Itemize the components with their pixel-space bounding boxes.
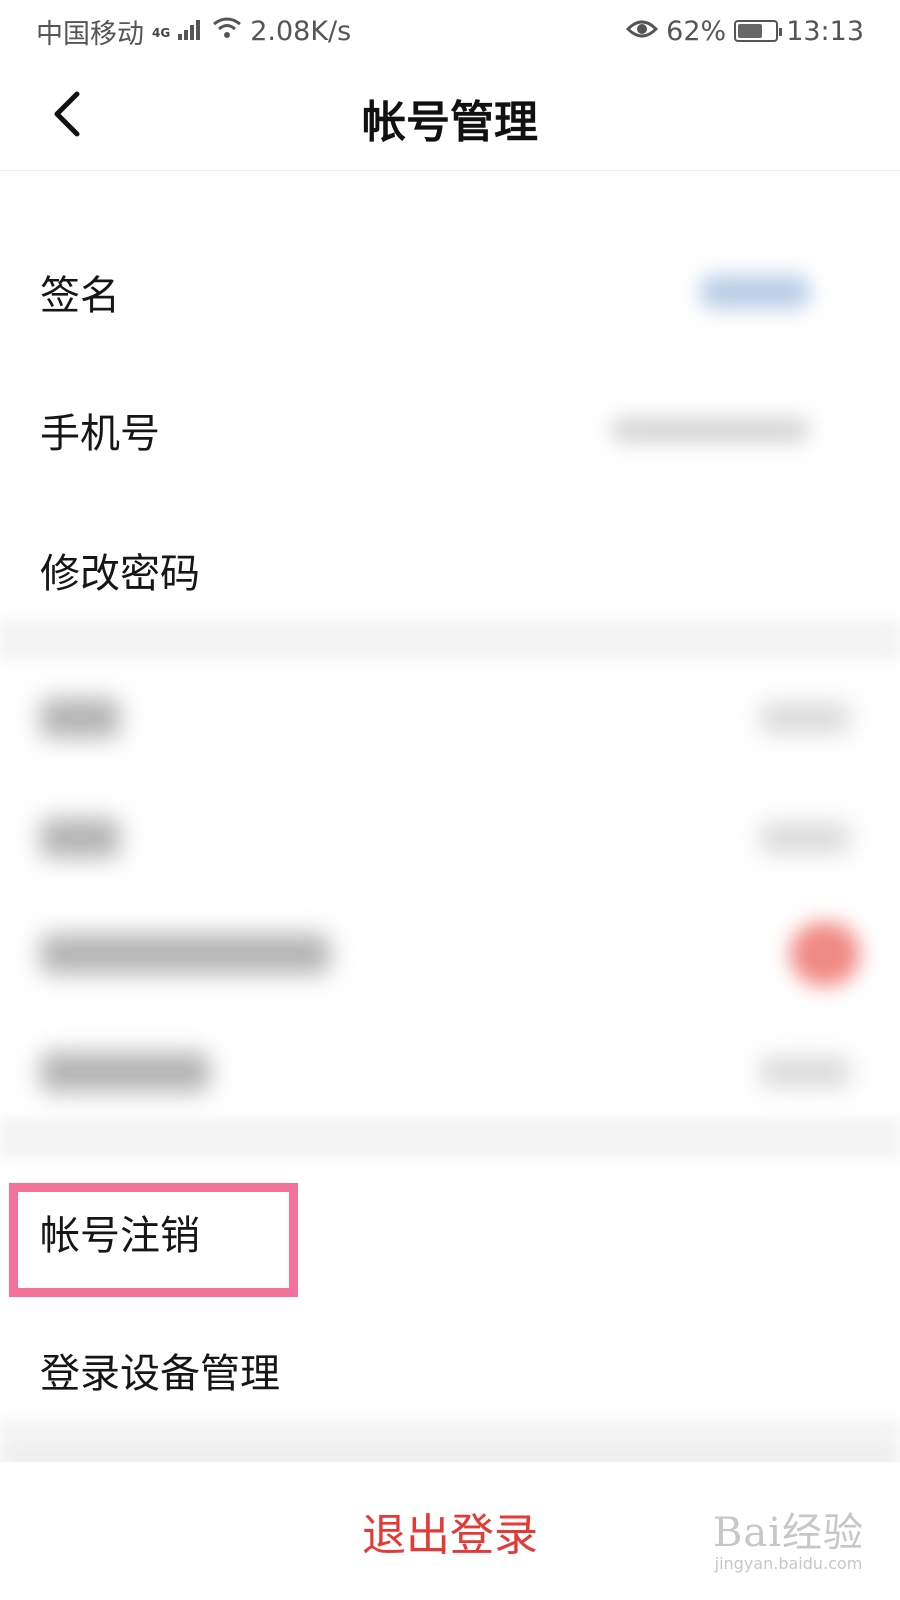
signal-icon <box>178 16 204 47</box>
blurred-value <box>760 823 850 853</box>
watermark-logo: Bai经验 <box>712 1510 864 1556</box>
signature-value-blurred <box>700 275 810 309</box>
page-title: 帐号管理 <box>362 97 538 148</box>
watermark-url: jingyan.baidu.com <box>714 1554 863 1573</box>
baidu-watermark: Bai经验 jingyan.baidu.com <box>713 1500 864 1573</box>
blurred-label <box>40 698 120 738</box>
logout-button[interactable]: 退出登录 <box>332 1489 568 1573</box>
blurred-value <box>760 1057 850 1087</box>
status-bar: 中国移动 4G 2.08K/s 62% 13:13 <box>0 0 900 62</box>
status-left: 中国移动 4G 2.08K/s <box>36 12 351 51</box>
login-device-management-label: 登录设备管理 <box>40 1351 280 1397</box>
network-type-label: 4G <box>152 25 171 40</box>
section-divider <box>0 1118 900 1158</box>
blurred-value <box>760 703 850 733</box>
battery-icon <box>734 20 783 42</box>
blurred-label <box>40 1052 210 1092</box>
status-right: 62% 13:13 <box>626 16 864 47</box>
highlight-box <box>9 1183 298 1297</box>
signature-row[interactable]: 签名 <box>0 224 900 360</box>
phone-label: 手机号 <box>40 411 160 457</box>
signature-label: 签名 <box>40 273 120 319</box>
phone-value-blurred <box>610 417 810 443</box>
eye-icon <box>626 16 659 47</box>
battery-percent: 62% <box>666 15 727 47</box>
section-divider <box>0 1420 900 1460</box>
nav-bar: 帐号管理 <box>0 62 900 171</box>
change-password-row[interactable]: 修改密码 <box>0 502 900 638</box>
carrier-label: 中国移动 <box>36 18 144 50</box>
login-device-management-row[interactable]: 登录设备管理 <box>0 1302 900 1438</box>
change-password-label: 修改密码 <box>40 551 200 597</box>
toggle-switch[interactable] <box>790 922 860 986</box>
phone-row[interactable]: 手机号 <box>0 362 900 498</box>
clock: 13:13 <box>786 15 864 47</box>
blurred-label <box>40 818 120 858</box>
wifi-icon <box>212 16 242 47</box>
blurred-label <box>40 934 330 974</box>
blurred-row-3[interactable] <box>0 886 900 1022</box>
network-speed: 2.08K/s <box>250 15 352 47</box>
blurred-row-1[interactable] <box>0 650 900 786</box>
